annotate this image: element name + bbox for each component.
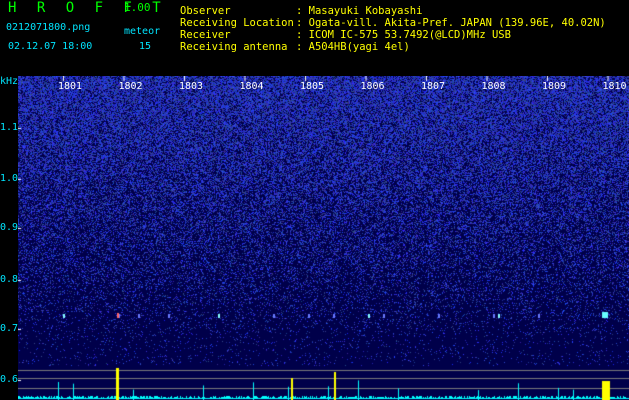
info-label-antenna: Receiving antenna (180, 41, 288, 53)
info-label-observer: Observer (180, 5, 231, 17)
spectrogram-canvas (18, 76, 629, 400)
info-value-receiver: : ICOM IC-575 53.7492(@LCD)MHz USB (296, 29, 511, 41)
info-label-receiver: Receiver (180, 29, 231, 41)
info-value-antenna: : A504HB(yagi 4el) (296, 41, 410, 53)
y-tick-label: 1.0 (0, 173, 19, 184)
meteor-count: 15 (139, 41, 152, 52)
x-tick-label: 1809 (542, 81, 567, 92)
x-tick-label: 1801 (58, 81, 83, 92)
x-tick-label: 1802 (118, 81, 143, 92)
y-axis-unit: kHz (0, 76, 19, 87)
meteor-label: meteor (124, 26, 161, 37)
app-version: 1.00 (124, 1, 151, 14)
header-panel: H R O F F T 1.00 0212071800.png meteor 0… (0, 0, 629, 76)
datetime: 02.12.07 18:00 (8, 41, 93, 52)
x-tick-label: 1806 (360, 81, 385, 92)
info-value-location: : Ogata-vill. Akita-Pref. JAPAN (139.96E… (296, 17, 606, 29)
filename: 0212071800.png (6, 22, 91, 33)
info-value-observer: : Masayuki Kobayashi (296, 5, 423, 17)
y-tick-label: 0.8 (0, 274, 19, 285)
x-tick-label: 1805 (300, 81, 325, 92)
x-tick-label: 1810 (602, 81, 627, 92)
info-label-location: Receiving Location (180, 17, 294, 29)
x-tick-label: 1804 (239, 81, 264, 92)
y-tick-label: 1.1 (0, 122, 19, 133)
spectrogram-panel: kHz 1.1 1.0 0.9 0.8 0.7 0.6 1801 1802 1803 1804 1… (0, 76, 629, 400)
y-tick-label: 0.7 (0, 323, 19, 334)
x-tick-label: 1807 (421, 81, 446, 92)
y-tick-label: 0.6 (0, 374, 19, 385)
x-tick-label: 1803 (179, 81, 204, 92)
y-tick-label: 0.9 (0, 222, 19, 233)
x-tick-label: 1808 (481, 81, 506, 92)
